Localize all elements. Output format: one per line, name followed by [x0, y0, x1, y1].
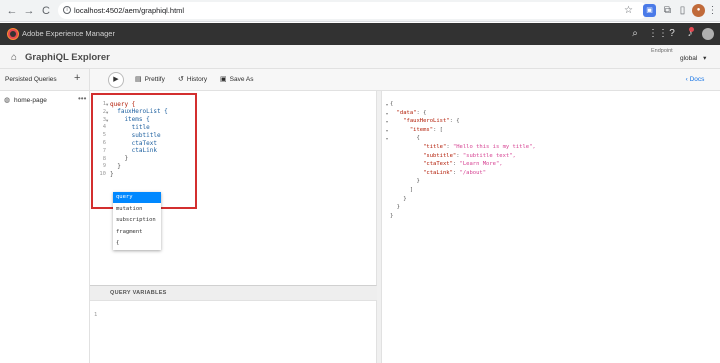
fold-toggle-icon[interactable]: ▾ [386, 119, 388, 124]
help-icon[interactable]: ? [666, 28, 678, 40]
result-line: { [390, 101, 394, 107]
result-line: } [403, 195, 407, 202]
user-icon[interactable] [702, 28, 714, 40]
history-button[interactable]: ↺ History [178, 75, 207, 83]
autocomplete-item[interactable]: query [113, 192, 161, 203]
history-label: History [186, 76, 208, 83]
address-bar[interactable]: i localhost:4502/aem/graphiql.html [58, 2, 648, 19]
fold-toggle-icon[interactable]: ▾ [386, 102, 388, 107]
save-as-button[interactable]: ▣ Save As [220, 75, 253, 83]
profile-icon[interactable]: ● [692, 4, 705, 17]
star-icon[interactable]: ☆ [622, 4, 635, 17]
result-line: } [416, 178, 420, 185]
puzzle-icon[interactable]: ⧉ [661, 4, 674, 17]
docs-button[interactable]: ‹ Docs [676, 73, 714, 87]
site-info-icon[interactable]: i [63, 6, 71, 14]
prettify-label: Prettify [144, 76, 165, 83]
persisted-queries-sidebar: ◍ home-page ••• [0, 91, 90, 363]
aem-header: Adobe Experience Manager ⌕ ⋮⋮ ? ♪ [0, 23, 720, 45]
save-as-label: Save As [229, 76, 254, 83]
result-line: "fauxHeroList": { [403, 118, 460, 125]
notification-badge [689, 27, 694, 32]
persisted-queries-label: Persisted Queries [5, 76, 57, 83]
adobe-logo-icon[interactable] [7, 28, 19, 40]
persisted-query-label: home-page [14, 97, 47, 104]
editor-toolbar: ▶ ▤ Prettify ↺ History ▣ Save As ‹ Docs [90, 69, 720, 91]
result-viewer: { "data": { "fauxHeroList": { "items": [… [382, 91, 720, 363]
result-line: "items": [ [409, 126, 443, 133]
product-title[interactable]: Adobe Experience Manager [22, 29, 115, 38]
result-line: "ctaLink": "/about" [423, 169, 487, 176]
apps-icon[interactable]: ⋮⋮ [648, 28, 668, 40]
persisted-query-item[interactable]: ◍ home-page ••• [4, 94, 88, 108]
url-text: localhost:4502/aem/graphiql.html [74, 6, 185, 15]
fold-toggle-icon[interactable]: ▾ [386, 136, 388, 141]
endpoint-label: Endpoint [651, 48, 673, 54]
fold-toggle-icon[interactable]: ▾ [386, 111, 388, 116]
result-line: { [416, 135, 420, 142]
search-icon[interactable]: ⌕ [629, 28, 641, 40]
query-variables-header[interactable]: QUERY VARIABLES [90, 286, 377, 301]
menu-icon[interactable]: ⋮ [706, 4, 719, 17]
page-title: GraphiQL Explorer [25, 52, 110, 63]
reload-button[interactable]: C [39, 4, 53, 18]
result-line: "data": { [396, 109, 427, 116]
chevron-down-icon: ▾ [703, 55, 707, 62]
result-line: ] [409, 187, 414, 193]
browser-toolbar: ← → C i localhost:4502/aem/graphiql.html… [0, 0, 720, 22]
back-button[interactable]: ← [5, 4, 19, 18]
line-number: 1 [94, 312, 98, 318]
autocomplete-dropdown[interactable]: query mutation subscription fragment{ [113, 192, 161, 250]
query-variables-panel: QUERY VARIABLES 1 [90, 285, 377, 363]
autocomplete-item[interactable]: subscription [113, 215, 161, 226]
autocomplete-item[interactable]: fragment [113, 227, 161, 238]
forward-button[interactable]: → [22, 4, 36, 18]
autocomplete-item[interactable]: mutation [113, 204, 161, 215]
fold-toggle-icon[interactable]: ▾ [386, 128, 388, 133]
home-icon[interactable]: ⌂ [11, 52, 17, 63]
endpoint-select[interactable]: global ▾ [680, 54, 706, 62]
result-line: "subtitle": "subtitle text", [423, 152, 516, 159]
docs-label: Docs [689, 76, 705, 83]
persisted-queries-header: Persisted Queries + [0, 69, 90, 91]
result-line: "ctaText": "Learn More", [423, 161, 503, 168]
result-line: } [396, 204, 400, 211]
run-query-button[interactable]: ▶ [108, 72, 124, 88]
save-icon: ▣ [220, 76, 227, 83]
history-icon: ↺ [178, 76, 184, 83]
explorer-title-bar: ⌂ GraphiQL Explorer Endpoint global ▾ [0, 45, 720, 69]
result-line: } [390, 212, 394, 219]
extension-icon[interactable]: ▣ [643, 4, 656, 17]
result-line: "title": "Hello this is my title", [423, 144, 536, 150]
prettify-button[interactable]: ▤ Prettify [135, 75, 165, 83]
sidebar-icon[interactable]: ▯ [676, 4, 689, 17]
prettify-icon: ▤ [135, 76, 142, 83]
autocomplete-item[interactable]: { [113, 238, 161, 249]
add-query-button[interactable]: + [74, 72, 80, 84]
more-options-icon[interactable]: ••• [78, 94, 86, 103]
globe-icon: ◍ [4, 97, 11, 104]
endpoint-value: global [680, 55, 698, 62]
query-variables-label: QUERY VARIABLES [110, 290, 167, 296]
